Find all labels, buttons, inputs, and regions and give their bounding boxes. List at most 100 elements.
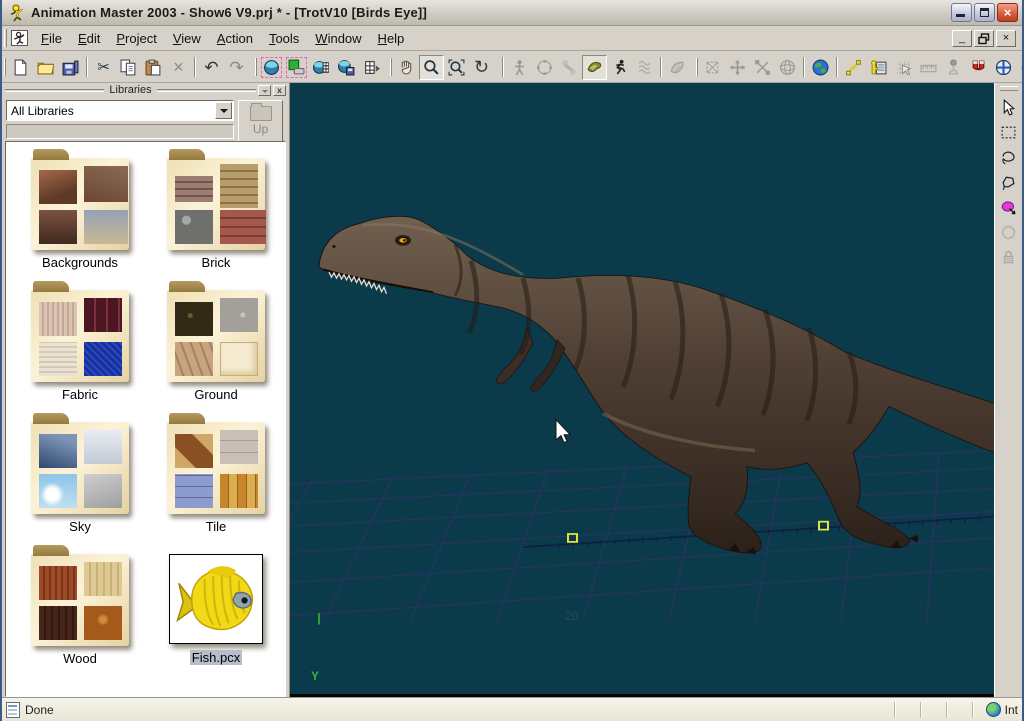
menu-window[interactable]: Window [307, 28, 369, 49]
y-axis-label: Y [311, 669, 319, 683]
lock-button[interactable] [997, 245, 1021, 269]
restore-icon [980, 8, 989, 17]
save-render-button[interactable] [334, 55, 359, 80]
menu-edit[interactable]: Edit [70, 28, 108, 49]
play-animation-button[interactable] [359, 55, 384, 80]
grid-snap-button[interactable] [891, 55, 916, 80]
save-all-button[interactable] [58, 55, 83, 80]
world-space-button[interactable] [808, 55, 833, 80]
toolbar-gripper-1[interactable] [4, 58, 6, 76]
bound-box-button[interactable] [700, 55, 725, 80]
dynamics-button[interactable] [632, 55, 657, 80]
mouse-cursor [556, 420, 570, 443]
library-item-fabric[interactable]: Fabric [12, 282, 148, 414]
bones-mode-button[interactable] [557, 55, 582, 80]
render-to-file-button[interactable] [284, 55, 309, 80]
library-item-wood[interactable]: Wood [12, 546, 148, 678]
bounding-cube-icon [704, 59, 721, 76]
restore-button[interactable] [974, 3, 995, 22]
turn-tool-button[interactable]: ↻ [469, 55, 494, 80]
library-item-ground[interactable]: Ground [148, 282, 284, 414]
menu-view[interactable]: View [165, 28, 209, 49]
action-mode-button[interactable] [607, 55, 632, 80]
select-tool-button[interactable] [997, 95, 1021, 119]
redo-button[interactable]: ↷ [224, 55, 249, 80]
new-button[interactable] [8, 55, 33, 80]
lasso-select-button[interactable] [997, 145, 1021, 169]
paste-icon [145, 59, 162, 76]
rotate-manip-button[interactable] [775, 55, 800, 80]
arrow-cursor-icon [1000, 99, 1017, 116]
library-item-brick[interactable]: Brick [148, 150, 284, 282]
link-button[interactable] [1016, 55, 1022, 80]
mdi-close-button[interactable]: × [996, 30, 1016, 47]
path-tool-button[interactable] [841, 55, 866, 80]
key-options-button[interactable] [866, 55, 891, 80]
library-item-backgrounds[interactable]: Backgrounds [12, 150, 148, 282]
close-button[interactable]: × [997, 3, 1018, 22]
toolbar-gripper-4[interactable] [696, 58, 698, 76]
zoom-tool-button[interactable] [419, 55, 444, 80]
manipulator-globe-button[interactable] [991, 55, 1016, 80]
runner-icon [611, 59, 628, 76]
library-item-label: Tile [204, 519, 228, 534]
workspace: Libraries x All Libraries Up [2, 83, 1022, 697]
render-mode-button[interactable] [259, 55, 284, 80]
open-button[interactable] [33, 55, 58, 80]
toolbar-gripper-2[interactable] [255, 58, 257, 76]
toolbar-gripper-3[interactable] [390, 58, 392, 76]
status-separator [894, 702, 896, 718]
menu-tools[interactable]: Tools [261, 28, 307, 49]
library-item-tile[interactable]: Tile [148, 414, 284, 546]
group-rotate-button[interactable] [997, 220, 1021, 244]
snap-magnet-button[interactable] [966, 55, 991, 80]
modeling-mode-button[interactable] [532, 55, 557, 80]
menu-help[interactable]: Help [370, 28, 413, 49]
pan-tool-button[interactable] [394, 55, 419, 80]
folder-thumbnail [31, 422, 129, 514]
up-button[interactable]: Up [238, 100, 283, 142]
panel-menu-button[interactable] [258, 85, 271, 96]
open-folder-icon [37, 59, 54, 76]
library-item-sky[interactable]: Sky [12, 414, 148, 546]
patch-select-button[interactable] [997, 195, 1021, 219]
copy-button[interactable] [116, 55, 141, 80]
minimize-button[interactable] [951, 3, 972, 22]
grid-cursor-icon [895, 59, 912, 76]
folder-thumbnail [31, 290, 129, 382]
libraries-title: Libraries [104, 84, 156, 96]
mdi-restore-button[interactable] [974, 30, 994, 47]
library-item-fish[interactable]: Fish.pcx [148, 546, 284, 678]
pivot-button[interactable] [941, 55, 966, 80]
skeletal-mode-button[interactable] [582, 55, 607, 80]
combobox-dropdown-button[interactable] [215, 102, 232, 119]
translate-button[interactable] [725, 55, 750, 80]
library-filter-combobox[interactable]: All Libraries [6, 100, 234, 121]
menu-file[interactable]: File [33, 28, 70, 49]
polygon-lasso-button[interactable] [997, 170, 1021, 194]
delete-button[interactable]: × [166, 55, 191, 80]
panel-close-button[interactable]: x [273, 85, 286, 96]
measure-button[interactable] [916, 55, 941, 80]
render-animation-button[interactable] [309, 55, 334, 80]
marquee-select-button[interactable] [997, 120, 1021, 144]
viewport-birds-eye[interactable]: 20 Y [290, 83, 998, 694]
library-path-field [6, 124, 234, 139]
menu-action[interactable]: Action [209, 28, 261, 49]
mdi-minimize-button[interactable]: _ [952, 30, 972, 47]
muscle-mode-button[interactable] [665, 55, 690, 80]
zoom-region-button[interactable] [444, 55, 469, 80]
cut-button[interactable]: ✂ [91, 55, 116, 80]
menubar-gripper[interactable] [4, 29, 7, 47]
scale-button[interactable] [750, 55, 775, 80]
undo-button[interactable]: ↶ [199, 55, 224, 80]
toolstrip-gripper[interactable] [1000, 86, 1018, 91]
character-mode-button[interactable] [507, 55, 532, 80]
libraries-header[interactable]: Libraries x [2, 83, 289, 97]
trex-model[interactable] [319, 216, 998, 554]
title-bar[interactable]: Animation Master 2003 - Show6 V9.prj * -… [2, 0, 1022, 26]
menu-project[interactable]: Project [108, 28, 164, 49]
magnifier-icon [423, 59, 440, 76]
library-item-label: Fish.pcx [190, 650, 242, 665]
paste-button[interactable] [141, 55, 166, 80]
